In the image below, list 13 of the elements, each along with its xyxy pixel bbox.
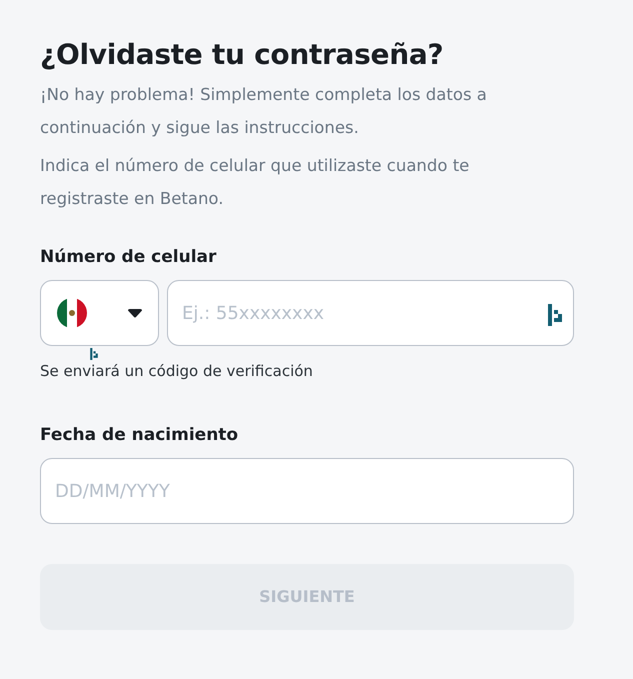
helper-text: Se enviará un código de verificación	[40, 361, 314, 382]
instruction-text: Indica el número de celular que utilizaste cuando te registraste en Betano.	[40, 154, 470, 210]
password-manager-icon[interactable]	[89, 348, 99, 360]
caret-icon	[128, 308, 142, 318]
date-field[interactable]: DD/MM/YYYY	[40, 458, 574, 524]
password-manager-icon[interactable]	[548, 304, 562, 326]
phone-field[interactable]: Ej.: 55xxxxxxxx	[167, 280, 574, 346]
country-select[interactable]	[40, 280, 159, 346]
field-label: Número de celular	[40, 246, 218, 269]
field-label: Fecha de nacimiento	[40, 424, 240, 447]
page-title: ¿Olvidaste tu contraseña?	[40, 38, 444, 72]
instruction-text: ¡No hay problema! Simplemente completa los datos a continuación y sigue las instrucciones.	[40, 84, 488, 139]
flag-icon	[57, 298, 87, 328]
